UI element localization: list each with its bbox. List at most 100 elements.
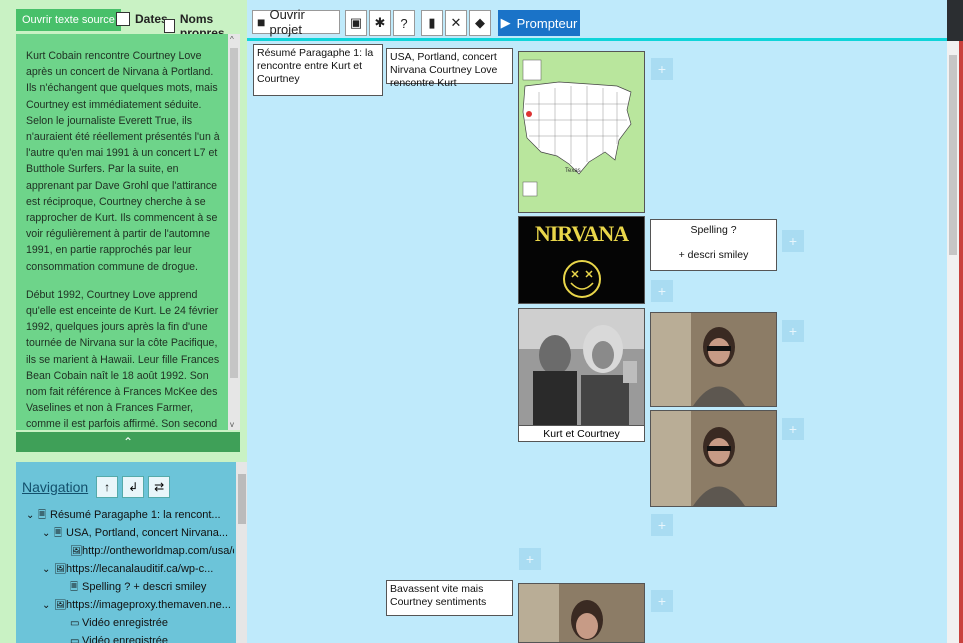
help-button[interactable]: ? <box>393 10 415 36</box>
scrollbar-thumb[interactable] <box>230 48 238 378</box>
node-type-icon: 🗏 <box>54 528 63 539</box>
proper-names-checkbox-box[interactable] <box>164 19 175 33</box>
dates-checkbox[interactable]: Dates <box>116 12 168 26</box>
close-icon: ✕ <box>450 15 462 30</box>
open-project-button[interactable]: ■ Ouvrir projet <box>252 7 340 37</box>
settings-button[interactable]: ✱ <box>369 10 391 36</box>
node-type-icon: 🖼 <box>54 600 67 611</box>
dates-label: Dates <box>135 12 168 26</box>
help-icon: ? <box>400 15 408 31</box>
add-node-button[interactable]: + <box>651 58 673 80</box>
scroll-down-icon[interactable]: v <box>230 420 234 429</box>
video-thumbnail <box>519 584 644 642</box>
folder-icon: ■ <box>257 14 266 30</box>
video-thumbnail <box>651 411 776 506</box>
kurt-courtney-photo[interactable]: Kurt et Courtney <box>518 308 645 442</box>
collapse-text-button[interactable]: ⌃ <box>16 432 240 452</box>
return-icon[interactable]: ↲ <box>122 476 145 498</box>
arrow-up-icon[interactable]: ↑ <box>96 476 119 498</box>
source-toolbar: Ouvrir texte source Dates Noms propres <box>16 9 240 40</box>
window-edge <box>947 0 963 41</box>
node-type-icon: 🖼 <box>54 564 67 575</box>
scrollbar-thumb[interactable] <box>949 55 957 255</box>
recorded-video-1[interactable] <box>650 312 777 407</box>
nirvana-logo-image[interactable]: NIRVANA <box>518 216 645 304</box>
scroll-up-icon[interactable]: ^ <box>230 35 234 44</box>
play-icon: ▶ <box>500 15 511 30</box>
chevron-down-icon[interactable]: ⌄ <box>26 507 38 524</box>
toolbar-divider <box>247 38 947 41</box>
nav-tree-item[interactable]: ▭ Vidéo enregistrée <box>16 614 234 632</box>
add-node-button[interactable]: + <box>651 590 673 612</box>
main-scrollbar[interactable] <box>947 41 959 643</box>
nav-tree-label: Vidéo enregistrée <box>82 617 169 629</box>
source-text: Kurt Cobain rencontre Courtney Love aprè… <box>26 48 222 430</box>
nav-tree-label: Spelling ? + descri smiley <box>82 581 207 593</box>
nav-tree-item[interactable]: ⌄ 🖼https://imageproxy.themaven.ne... <box>16 596 234 614</box>
prompter-button[interactable]: ▶ Prompteur <box>498 10 580 36</box>
add-node-button[interactable]: + <box>782 230 804 252</box>
node-type-icon: 🗏 <box>38 510 47 521</box>
kurt-courtney-caption: Kurt et Courtney <box>519 425 644 441</box>
chevron-down-icon[interactable]: ⌄ <box>42 561 54 578</box>
recorded-video-2[interactable] <box>650 410 777 507</box>
nav-tree-label: USA, Portland, concert Nirvana... <box>66 527 229 539</box>
usa-map-image[interactable]: Texas <box>518 51 645 213</box>
dates-checkbox-box[interactable] <box>116 12 130 26</box>
delete-button[interactable]: ▮ <box>421 10 443 36</box>
kurt-courtney-picture <box>519 309 644 425</box>
tag-button[interactable]: ◆ <box>469 10 491 36</box>
source-paragraph-2: Début 1992, Courtney Love apprend qu'ell… <box>26 288 220 430</box>
nav-tree-label: https://lecanalauditif.ca/wp-c... <box>66 563 214 575</box>
nav-tree-item[interactable]: ▭ Vidéo enregistrée <box>16 632 234 643</box>
nav-tree-label: Vidéo enregistrée <box>82 635 169 643</box>
navigation-header: Navigation ↑ ↲ ⇄ <box>22 476 174 498</box>
prompter-label: Prompteur <box>516 15 578 31</box>
source-text-panel[interactable]: Kurt Cobain rencontre Courtney Love aprè… <box>16 34 240 430</box>
bavassent-card[interactable]: Bavassent vite mais Courtney sentiments <box>386 580 513 616</box>
usa-card-text: USA, Portland, concert Nirvana Courtney … <box>390 51 498 89</box>
add-node-button[interactable]: + <box>519 548 541 570</box>
add-node-button[interactable]: + <box>651 280 673 302</box>
nav-tree-label: Résumé Paragaphe 1: la rencont... <box>50 509 221 521</box>
usa-portland-card[interactable]: USA, Portland, concert Nirvana Courtney … <box>386 48 513 89</box>
tag-icon: ◆ <box>475 15 485 30</box>
close-button[interactable]: ✕ <box>445 10 467 36</box>
node-type-icon: 🗏 <box>70 582 79 593</box>
bavassent-card-text: Bavassent vite mais Courtney sentiments <box>390 583 487 608</box>
navigation-panel: Navigation ↑ ↲ ⇄ ⌄ 🗏 Résumé Paragaphe 1: l… <box>16 462 248 643</box>
trash-icon: ▮ <box>428 15 436 30</box>
navigation-tree: ⌄ 🗏 Résumé Paragaphe 1: la rencont... ⌄ 🗏 USA… <box>16 506 234 643</box>
summary-card[interactable]: Résumé Paragaphe 1: la rencontre entre K… <box>253 44 383 96</box>
source-text-scrollbar[interactable]: ^ v <box>228 34 240 430</box>
recorded-video-3[interactable] <box>518 583 645 643</box>
nav-tree-item[interactable]: 🗏 Spelling ? + descri smiley <box>16 578 234 596</box>
add-node-button[interactable]: + <box>651 514 673 536</box>
spelling-card[interactable]: Spelling ? + descri smiley <box>650 219 777 271</box>
right-edge-bar <box>959 41 963 643</box>
spelling-card-line2: + descri smiley <box>678 249 749 261</box>
add-node-button[interactable]: + <box>782 320 804 342</box>
chevron-down-icon[interactable]: ⌄ <box>42 525 54 542</box>
add-node-button[interactable]: + <box>782 418 804 440</box>
open-source-text-button[interactable]: Ouvrir texte source <box>16 9 121 31</box>
node-type-icon: ▭ <box>70 636 80 643</box>
scrollbar-thumb[interactable] <box>238 474 246 524</box>
smiley-icon <box>563 260 601 298</box>
spelling-card-line1: Spelling ? <box>690 224 737 236</box>
nav-tree-item[interactable]: 🖼http://ontheworldmap.com/usa/c... <box>16 542 234 560</box>
swap-icon[interactable]: ⇄ <box>148 476 171 498</box>
chevron-up-icon: ⌃ <box>122 435 134 449</box>
source-paragraph-1: Kurt Cobain rencontre Courtney Love aprè… <box>26 50 220 273</box>
nav-tree-item[interactable]: ⌄ 🗏 USA, Portland, concert Nirvana... <box>16 524 234 542</box>
chevron-down-icon[interactable]: ⌄ <box>42 597 54 614</box>
node-type-icon: ▭ <box>70 618 80 629</box>
download-icon: ▣ <box>349 15 363 30</box>
download-button[interactable]: ▣ <box>345 10 367 36</box>
video-thumbnail <box>651 313 776 406</box>
nav-tree-item[interactable]: ⌄ 🖼https://lecanalauditif.ca/wp-c... <box>16 560 234 578</box>
main-canvas: ■ Ouvrir projet ▣ ✱ ? ▮ ✕ ◆ ▶ Prompteur … <box>247 0 947 643</box>
nav-tree-item[interactable]: ⌄ 🗏 Résumé Paragaphe 1: la rencont... <box>16 506 234 524</box>
usa-map-graphic: Texas <box>522 59 632 197</box>
navigation-title[interactable]: Navigation <box>22 479 88 495</box>
